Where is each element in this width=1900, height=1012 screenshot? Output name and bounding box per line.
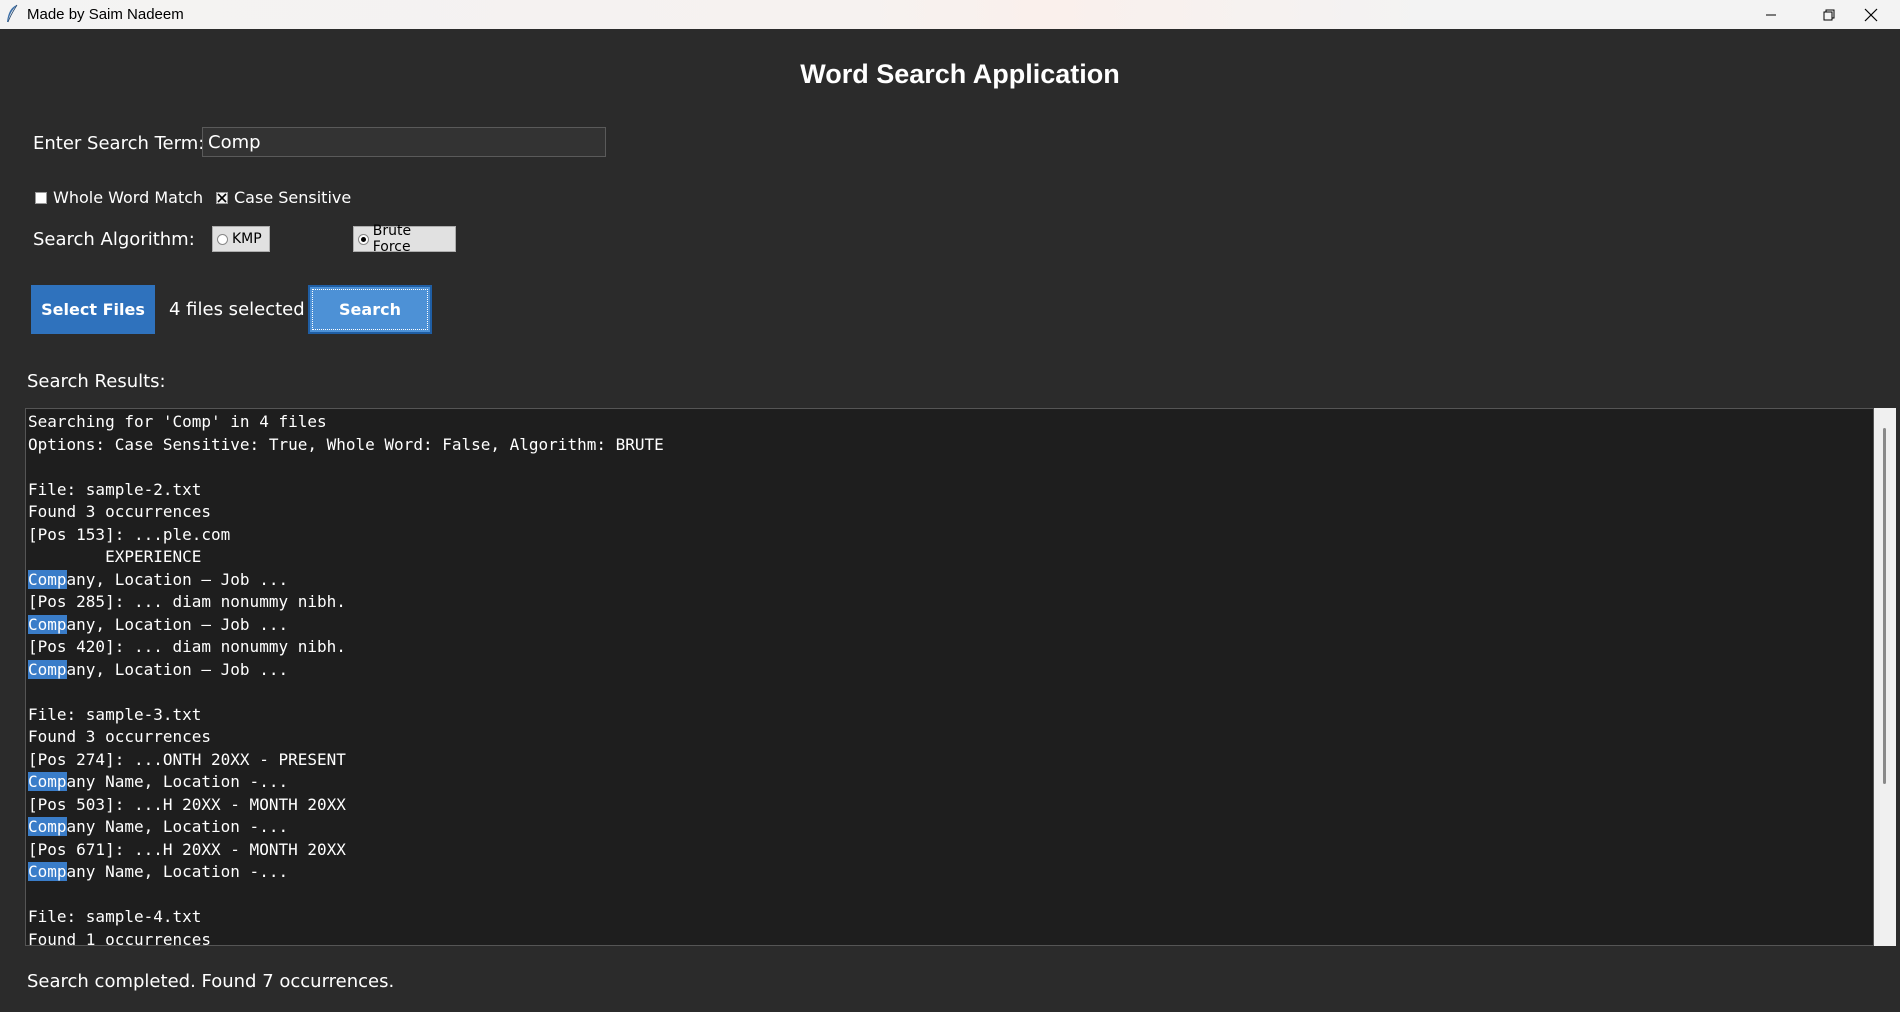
result-line: Options: Case Sensitive: True, Whole Wor…	[28, 434, 664, 454]
result-line: [Pos 671]: ...H 20XX - MONTH 20XX	[28, 839, 346, 859]
result-line: File: sample-4.txt	[28, 907, 202, 926]
result-line: Company Name, Location -...	[28, 862, 289, 881]
feather-icon	[7, 4, 18, 23]
result-line: File: sample-2.txt	[28, 479, 202, 499]
result-line: [Pos 274]: ...ONTH 20XX - PRESENT	[28, 749, 346, 769]
files-selected-text: 4 files selected	[169, 299, 305, 320]
case-sensitive-checkbox[interactable]	[216, 191, 228, 204]
app-title: Word Search Application	[800, 59, 1120, 89]
whole-word-label: Whole Word Match	[53, 188, 204, 207]
result-line: File: sample-3.txt	[28, 704, 202, 724]
result-line: Company Name, Location -...	[28, 817, 289, 836]
highlighted-match: Comp	[28, 862, 67, 881]
result-line: [Pos 503]: ...H 20XX - MONTH 20XX	[28, 794, 346, 814]
result-line: [Pos 153]: ...ple.com	[28, 524, 231, 544]
case-sensitive-option[interactable]: Case Sensitive	[216, 188, 351, 207]
whole-word-match-option[interactable]: Whole Word Match	[35, 188, 203, 207]
close-icon	[1864, 8, 1878, 21]
checkmark-icon	[217, 192, 227, 203]
result-line: Found 3 occurrences	[28, 502, 212, 521]
search-results-textarea[interactable]: Searching for 'Comp' in 4 files Options:…	[25, 408, 1874, 946]
search-results-text: Searching for 'Comp' in 4 files Options:…	[28, 411, 664, 946]
radio-kmp-label: KMP	[232, 231, 262, 247]
result-line: Company, Location — Job ...	[28, 569, 289, 589]
radio-brute-force-circle	[358, 233, 369, 245]
radio-kmp-circle	[217, 233, 228, 245]
highlighted-match: Comp	[28, 569, 67, 589]
title-bar: Made by Saim Nadeem	[0, 0, 1900, 29]
focus-ring	[312, 289, 428, 330]
case-sensitive-label: Case Sensitive	[234, 188, 352, 207]
radio-brute-force-label: Brute Force	[372, 223, 412, 255]
search-button[interactable]: Search	[308, 285, 432, 334]
results-scrollbar[interactable]	[1874, 408, 1896, 946]
radio-selected-dot	[360, 236, 366, 242]
result-line: [Pos 285]: ... diam nonummy nibh.	[28, 592, 346, 611]
minimize-icon	[1766, 14, 1776, 15]
minimize-button[interactable]	[1742, 0, 1800, 29]
result-line: Company, Location — Job ...	[28, 614, 289, 634]
whole-word-checkbox[interactable]	[35, 191, 47, 204]
scrollbar-thumb[interactable]	[1883, 428, 1886, 784]
highlighted-match: Comp	[28, 817, 67, 836]
result-line: [Pos 420]: ... diam nonummy nibh.	[28, 637, 346, 656]
highlighted-match: Comp	[28, 614, 67, 634]
search-input[interactable]	[202, 127, 606, 157]
result-line: Searching for 'Comp' in 4 files	[28, 412, 327, 431]
window-title: Made by Saim Nadeem	[27, 6, 184, 23]
result-line: Found 1 occurrences	[28, 929, 212, 946]
search-term-label: Enter Search Term:	[33, 133, 205, 154]
radio-kmp[interactable]: KMP	[212, 226, 270, 252]
result-line: EXPERIENCE	[28, 547, 202, 566]
search-results-label: Search Results:	[27, 371, 166, 392]
select-files-button[interactable]: Select Files	[31, 285, 155, 334]
radio-brute-force[interactable]: Brute Force	[353, 223, 456, 255]
result-line: Company, Location — Job ...	[28, 659, 289, 679]
close-button[interactable]	[1842, 0, 1900, 29]
highlighted-match: Comp	[28, 659, 67, 679]
status-text: Search completed. Found 7 occurrences.	[27, 971, 395, 992]
highlighted-match: Comp	[28, 772, 67, 791]
result-line: Found 3 occurrences	[28, 727, 212, 746]
result-line: Company Name, Location -...	[28, 772, 289, 791]
search-algorithm-label: Search Algorithm:	[33, 229, 195, 250]
restore-icon	[1823, 9, 1835, 20]
